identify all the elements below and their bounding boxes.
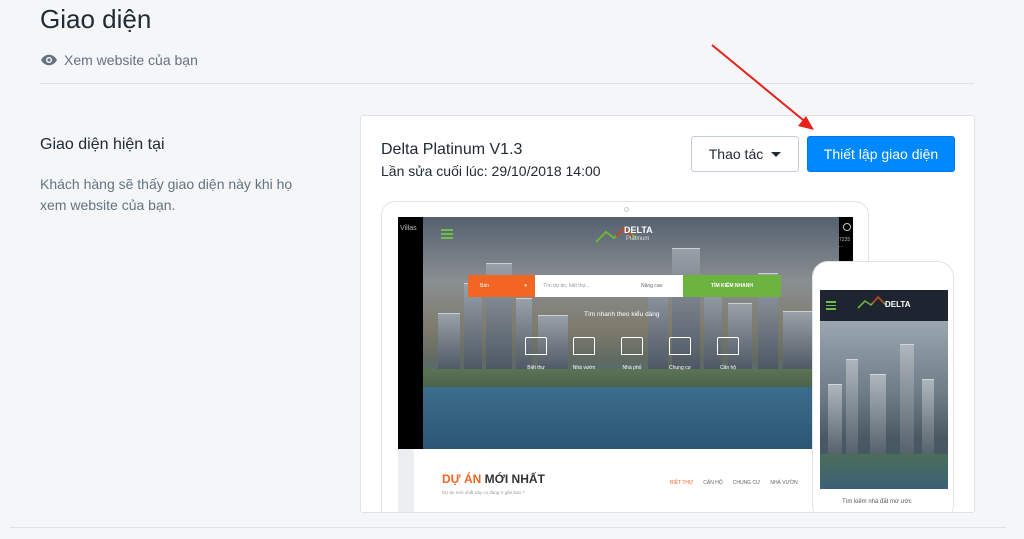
preview-quick-title: Tìm nhanh theo kiểu dáng bbox=[584, 311, 660, 318]
view-website-label: Xem website của bạn bbox=[64, 52, 198, 68]
phone-building bbox=[870, 374, 886, 454]
preview-category: Biệt thự bbox=[520, 337, 552, 371]
preview-logo-text: DELTA bbox=[624, 225, 653, 235]
preview-search-select-label: Bán bbox=[480, 283, 489, 289]
preview-search-advanced: Nâng cao bbox=[641, 283, 663, 289]
footer-divider bbox=[10, 527, 1006, 528]
phone-building bbox=[828, 384, 842, 454]
preview-project-tab: CĂN HỘ bbox=[703, 480, 723, 486]
preview-category-label: Nhà vườn bbox=[572, 365, 596, 371]
preview-category: Căn hộ bbox=[712, 337, 744, 371]
tablet-preview: Villas 7235 ... DELTA Platinum Bán ▾ Tìm… bbox=[381, 201, 869, 512]
preview-project-tabs: BIỆT THỰ CĂN HỘ CHUNG CƯ NHÀ VƯỜN bbox=[670, 480, 798, 486]
preview-search-select: Bán ▾ bbox=[468, 275, 535, 297]
preview-right-text: 7235 ... bbox=[839, 237, 851, 249]
preview-category-label: Nhà phố bbox=[622, 365, 642, 371]
preview-projects-panel: DỰ ÁN MỚI NHẤT Dự án mới nhất này có đan… bbox=[414, 449, 834, 512]
phone-hero bbox=[820, 321, 948, 489]
preview-project-tab: BIỆT THỰ bbox=[670, 480, 694, 486]
phone-building bbox=[846, 359, 858, 454]
preview-building bbox=[438, 313, 460, 373]
actions-dropdown-button[interactable]: Thao tác bbox=[691, 136, 799, 172]
phone-search-title: Tìm kiếm nhà đất mơ ước bbox=[842, 499, 912, 505]
preview-projects-section: DỰ ÁN MỚI NHẤT Dự án mới nhất này có đan… bbox=[398, 449, 853, 512]
phone-screen: DELTA Tìm kiếm nhà đất mơ ước bbox=[820, 290, 948, 512]
eye-icon bbox=[41, 54, 57, 66]
preview-projects-subtitle: Dự án mới nhất này có đang ở gần bạn ? bbox=[442, 490, 525, 495]
preview-logo-sub: Platinum bbox=[626, 236, 650, 242]
tablet-camera bbox=[624, 207, 629, 212]
preview-categories: Biệt thự Nhà vườn Nhà phố Chung cư Căn h… bbox=[520, 337, 744, 371]
phone-logo-text: DELTA bbox=[885, 300, 911, 309]
actions-label: Thao tác bbox=[708, 146, 764, 162]
preview-projects-title: DỰ ÁN MỚI NHẤT bbox=[442, 472, 545, 486]
preview-category-label: Biệt thự bbox=[527, 365, 545, 371]
phone-header: DELTA bbox=[820, 290, 948, 321]
preview-water bbox=[398, 387, 853, 449]
phone-building bbox=[900, 344, 914, 454]
preview-side-strip: Villas bbox=[398, 217, 423, 449]
house-icon bbox=[573, 337, 595, 355]
tablet-screen: Villas 7235 ... DELTA Platinum Bán ▾ Tìm… bbox=[398, 217, 853, 512]
preview-building bbox=[783, 311, 813, 373]
theme-card: Delta Platinum V1.3 Lần sửa cuối lúc: 29… bbox=[360, 115, 975, 513]
preview-projects-title-highlight: DỰ ÁN bbox=[442, 472, 482, 486]
setup-theme-button[interactable]: Thiết lập giao diện bbox=[807, 136, 955, 172]
preview-side-text: Villas bbox=[400, 225, 417, 232]
house-icon bbox=[525, 337, 547, 355]
theme-last-edited: Lần sửa cuối lúc: 29/10/2018 14:00 bbox=[381, 163, 601, 179]
preview-hero: Villas 7235 ... DELTA Platinum Bán ▾ Tìm… bbox=[398, 217, 853, 449]
header-divider bbox=[40, 83, 974, 84]
preview-project-tab: CHUNG CƯ bbox=[732, 480, 761, 486]
preview-category-label: Chung cư bbox=[669, 365, 691, 371]
view-website-link[interactable]: Xem website của bạn bbox=[40, 51, 198, 69]
preview-search-button: TÌM KIẾM NHANH bbox=[683, 275, 781, 297]
preview-search-input: Tìm dự án, biệt thự... bbox=[543, 283, 590, 289]
apartment-icon bbox=[717, 337, 739, 355]
preview-category-label: Căn hộ bbox=[719, 365, 737, 371]
preview-search-bar: Bán ▾ Tìm dự án, biệt thự... Nâng cao TÌ… bbox=[468, 275, 781, 297]
phone-shore bbox=[820, 454, 948, 489]
phone-preview: DELTA Tìm kiếm nhà đất mơ ước bbox=[812, 261, 954, 512]
preview-category: Nhà vườn bbox=[568, 337, 600, 371]
phone-bottom: Tìm kiếm nhà đất mơ ước bbox=[820, 489, 948, 512]
preview-project-tab: NHÀ VƯỜN bbox=[770, 480, 798, 486]
building-icon bbox=[621, 337, 643, 355]
current-theme-description: Khách hàng sẽ thấy giao diện này khi họ … bbox=[40, 176, 293, 213]
preview-menu-icon bbox=[441, 229, 453, 239]
preview-category: Chung cư bbox=[664, 337, 696, 371]
page-title: Giao diện bbox=[40, 4, 152, 34]
theme-name: Delta Platinum V1.3 bbox=[381, 141, 523, 158]
preview-projects-title-rest: MỚI NHẤT bbox=[481, 472, 545, 486]
preview-category: Nhà phố bbox=[616, 337, 648, 371]
current-theme-heading: Giao diện hiện tại bbox=[40, 136, 165, 153]
phone-building bbox=[922, 379, 934, 454]
phone-menu-icon bbox=[826, 301, 836, 310]
building-icon bbox=[669, 337, 691, 355]
clock-icon bbox=[843, 223, 851, 231]
chevron-down-icon: ▾ bbox=[524, 283, 527, 289]
caret-down-icon bbox=[771, 151, 782, 157]
